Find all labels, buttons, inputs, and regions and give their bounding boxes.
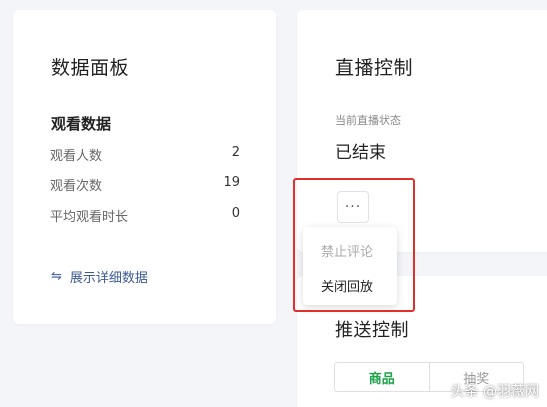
stat-row-avg-duration: 平均观看时长 0: [50, 206, 240, 225]
stat-row-views: 观看次数 19: [50, 175, 240, 194]
data-panel-title: 数据面板: [51, 57, 130, 79]
stat-value: 19: [223, 175, 240, 190]
stat-label: 平均观看时长: [50, 210, 129, 225]
stat-label: 观看次数: [50, 179, 103, 194]
expand-details-link[interactable]: ⇋ 展示详细数据: [51, 267, 148, 286]
stat-value: 0: [231, 206, 240, 221]
menu-item-disable-comments[interactable]: 禁止评论: [321, 241, 373, 260]
live-control-card: 直播控制 当前直播状态 已结束 ···: [297, 10, 547, 252]
live-control-title: 直播控制: [335, 57, 414, 79]
more-dots-icon: ···: [344, 199, 362, 215]
expand-details-label: 展示详细数据: [69, 271, 148, 286]
more-options-button[interactable]: ···: [337, 191, 369, 223]
data-panel-card: 数据面板 观看数据 观看人数 2 观看次数 19 平均观看时长 0 ⇋ 展示详细…: [13, 10, 276, 324]
stat-label: 观看人数: [50, 149, 103, 164]
push-control-title: 推送控制: [335, 320, 409, 341]
live-status-value: 已结束: [335, 143, 386, 163]
stat-value: 2: [231, 145, 240, 160]
swap-arrows-icon: ⇋: [51, 269, 62, 284]
watermark-text: 头条 @羽薇网: [450, 384, 539, 400]
tab-products[interactable]: 商品: [335, 363, 429, 391]
watch-data-heading: 观看数据: [51, 115, 112, 133]
more-options-dropdown: 禁止评论 关闭回放: [303, 227, 397, 305]
live-status-label: 当前直播状态: [335, 114, 401, 127]
menu-item-close-replay[interactable]: 关闭回放: [321, 276, 373, 295]
stat-row-viewers: 观看人数 2: [50, 145, 240, 164]
